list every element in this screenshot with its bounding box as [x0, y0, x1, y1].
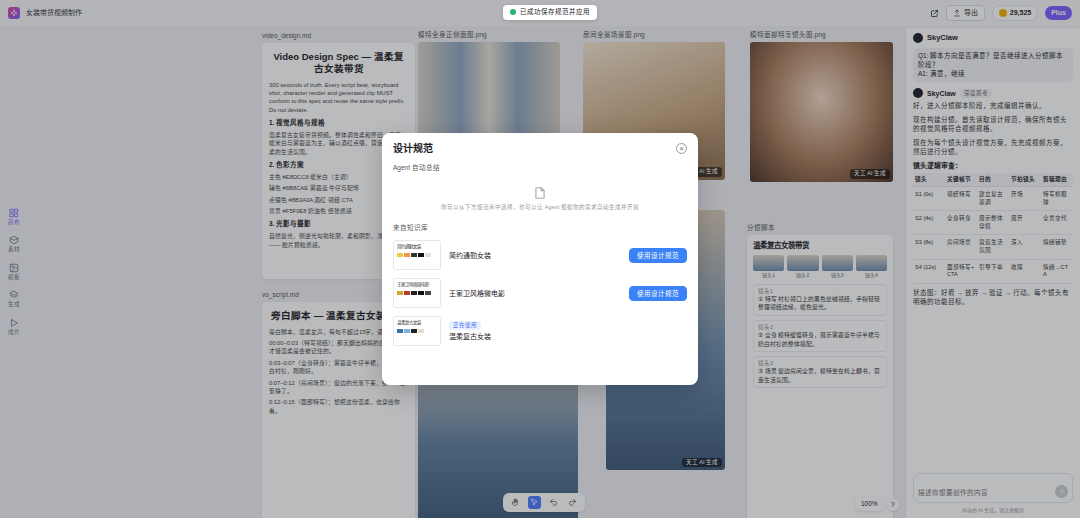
color-swatch — [397, 329, 403, 333]
color-swatch — [397, 291, 403, 295]
color-swatch — [418, 253, 424, 257]
color-swatch — [411, 253, 417, 257]
thumbnail-title: 温柔复古女装 — [397, 320, 437, 326]
close-glyph: × — [679, 145, 684, 153]
color-swatches — [397, 253, 437, 257]
color-swatch — [411, 329, 417, 333]
save-toast: 已成功保存规范并应用 — [503, 5, 597, 20]
color-swatch — [404, 329, 410, 333]
use-spec-button[interactable]: 使用设计规范 — [629, 248, 687, 263]
spec-name: 简约通勤女装 — [449, 251, 621, 260]
color-swatch — [425, 291, 431, 295]
design-spec-dialog: 设计规范 × Agent 自动总结你可以从下方规范库中选择，也可以让 Agent 根… — [382, 133, 698, 385]
dialog-header: 设计规范 × — [393, 142, 687, 156]
spec-thumbnail: 温柔复古女装 — [393, 316, 441, 346]
spec-name: 温柔复古女装 — [449, 332, 687, 341]
section-label: 来自知识库 — [393, 224, 687, 233]
toast-text: 已成功保存规范并应用 — [520, 8, 590, 17]
color-swatches — [397, 291, 437, 295]
thumbnail-title: 简约通勤女装 — [397, 244, 437, 250]
empty-text: 你可以从下方规范库中选择，也可以让 Agent 根据你的需求自动生成并开展 — [441, 204, 638, 211]
in-use-tag: 正在使用 — [449, 321, 481, 330]
color-swatches — [397, 329, 437, 333]
dialog-title: 设计规范 — [393, 142, 433, 156]
section-label: Agent 自动总结 — [393, 164, 687, 173]
success-dot-icon — [510, 9, 516, 15]
color-swatch — [397, 253, 403, 257]
use-spec-button[interactable]: 使用设计规范 — [629, 286, 687, 301]
document-icon — [533, 186, 547, 200]
color-swatch — [411, 291, 417, 295]
spec-item[interactable]: 王家卫风格微电影王家卫风格微电影使用设计规范 — [393, 274, 687, 312]
color-swatch — [404, 253, 410, 257]
spec-item[interactable]: 简约通勤女装简约通勤女装使用设计规范 — [393, 236, 687, 274]
color-swatch — [404, 291, 410, 295]
spec-info: 简约通勤女装 — [449, 251, 621, 260]
spec-thumbnail: 王家卫风格微电影 — [393, 278, 441, 308]
spec-info: 王家卫风格微电影 — [449, 289, 621, 298]
close-button[interactable]: × — [676, 143, 687, 154]
spec-info: 正在使用温柔复古女装 — [449, 321, 687, 342]
empty-state: 你可以从下方规范库中选择，也可以让 Agent 根据你的需求自动生成并开展 — [393, 176, 687, 223]
color-swatch — [418, 291, 424, 295]
spec-item[interactable]: 温柔复古女装正在使用温柔复古女装 — [393, 312, 687, 350]
color-swatch — [425, 253, 431, 257]
spec-name: 王家卫风格微电影 — [449, 289, 621, 298]
spec-thumbnail: 简约通勤女装 — [393, 240, 441, 270]
color-swatch — [418, 329, 424, 333]
thumbnail-title: 王家卫风格微电影 — [397, 282, 437, 288]
